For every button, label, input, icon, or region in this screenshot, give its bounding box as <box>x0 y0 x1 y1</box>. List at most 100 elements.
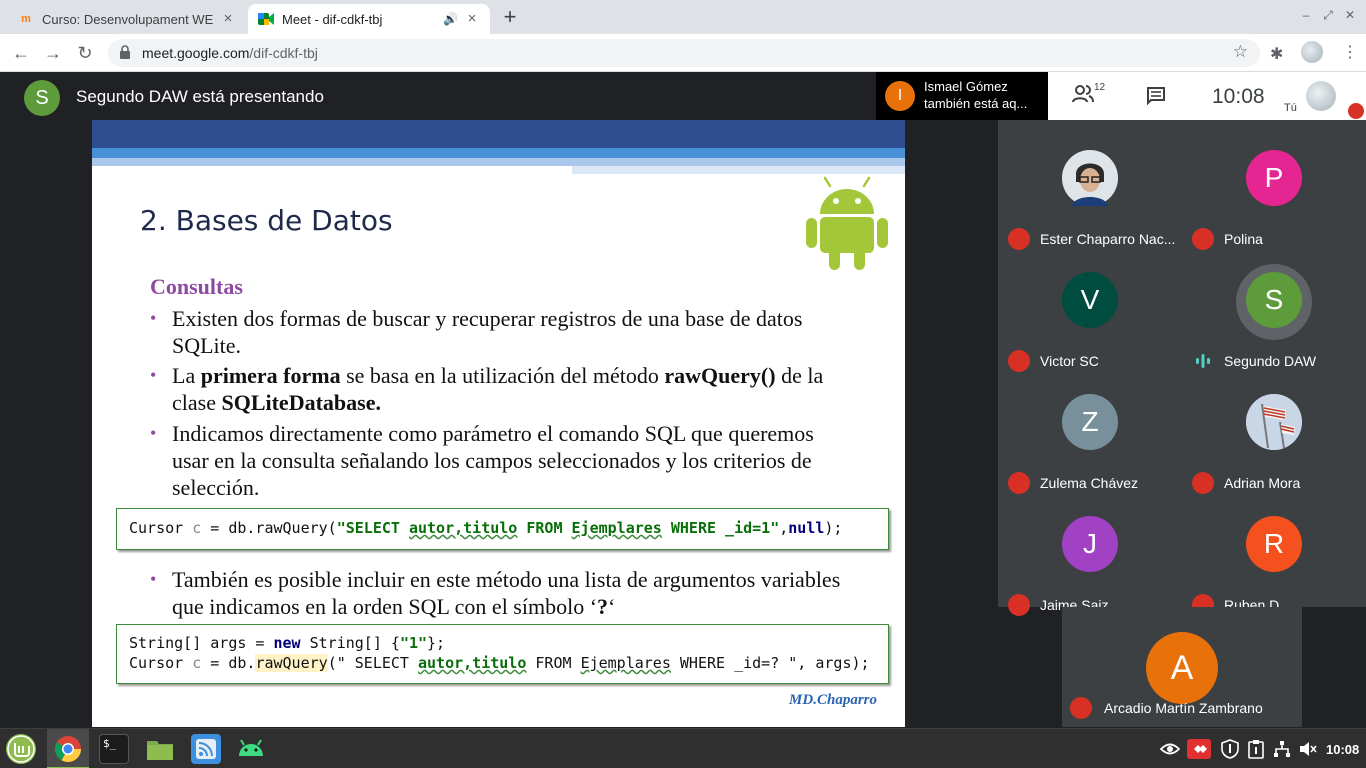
code-token: autor,titulo <box>418 654 527 672</box>
moodle-icon: m <box>21 13 31 25</box>
slide-header-band <box>572 166 905 174</box>
chat-icon[interactable] <box>1146 86 1166 106</box>
participant-tile[interactable]: V Victor SC <box>998 260 1182 382</box>
restore-icon[interactable]: ⤢ <box>1320 8 1336 24</box>
url-text: meet.google.com/dif-cdkf-tbj <box>142 45 318 61</box>
people-icon[interactable] <box>1072 84 1094 104</box>
network-icon[interactable] <box>1272 739 1292 759</box>
presenter-avatar: S <box>24 80 60 116</box>
bullet-dot: • <box>150 569 157 589</box>
code-token: ); <box>824 519 843 537</box>
google-meet-icon <box>258 11 274 27</box>
code-token: Cursor <box>129 519 193 537</box>
code-token: FROM <box>526 654 581 672</box>
code-token: = db. <box>201 654 256 672</box>
extensions-icon[interactable]: ✱ <box>1270 44 1283 64</box>
join-notification: I Ismael Gómez también está aq... <box>876 72 1048 120</box>
mic-off-icon <box>1192 228 1214 250</box>
bullet-dot: • <box>150 365 157 385</box>
code-token: WHERE _id=? ", args); <box>670 654 870 672</box>
participant-name: Zulema Chávez <box>1040 475 1139 491</box>
minimize-icon[interactable]: – <box>1298 8 1314 24</box>
mic-off-icon <box>1008 228 1030 250</box>
bullet-text: Existen dos formas de buscar y recuperar… <box>172 306 803 358</box>
bullet-item: • Existen dos formas de buscar y recuper… <box>150 305 840 359</box>
participant-tile[interactable]: Ester Chaparro Nac... <box>998 138 1182 260</box>
code-token: FROM <box>517 519 572 537</box>
code-token: c <box>192 654 202 672</box>
forward-icon[interactable]: → <box>42 42 64 64</box>
mic-off-icon <box>1348 103 1364 119</box>
anydesk-icon[interactable] <box>1187 739 1211 759</box>
chrome-icon[interactable] <box>53 734 83 764</box>
participant-grid: Ester Chaparro Nac... P Polina V Victor … <box>998 120 1366 616</box>
close-window-icon[interactable]: ✕ <box>1342 8 1358 24</box>
mint-menu-icon[interactable] <box>6 734 36 764</box>
slide-header-band <box>92 158 905 166</box>
terminal-icon[interactable]: $_ <box>99 734 129 764</box>
meet-top-bar: 12 10:08 Tú <box>1048 72 1366 120</box>
new-tab-button[interactable]: + <box>498 6 522 30</box>
tab-title: Curso: Desenvolupament WEB <box>42 11 214 27</box>
code-token: Ejemplares <box>580 654 671 672</box>
self-avatar[interactable] <box>1306 81 1336 111</box>
bullet-item: • La primera forma se basa en la utiliza… <box>150 362 840 416</box>
participant-name: Victor SC <box>1040 353 1099 369</box>
join-notice-line1: Ismael Gómez <box>924 79 1008 94</box>
close-tab-icon[interactable]: × <box>220 11 236 27</box>
reload-icon[interactable]: ↻ <box>74 42 96 64</box>
browser-menu-icon[interactable]: ⋮ <box>1342 42 1358 62</box>
participant-tile[interactable]: P Polina <box>1182 138 1366 260</box>
bullet-item: • Indicamos directamente como parámetro … <box>150 420 850 501</box>
bullet-segment: ‘ <box>608 594 616 619</box>
code-token: new <box>273 634 301 652</box>
bullet-bold: primera forma <box>200 363 341 388</box>
close-tab-icon[interactable]: × <box>464 11 480 27</box>
join-notice-text: Ismael Gómez también está aq... <box>924 78 1046 112</box>
code-token: String[] args = <box>129 634 274 652</box>
code-token: Ejemplares <box>571 519 662 537</box>
mic-off-icon <box>1008 350 1030 372</box>
shield-icon[interactable] <box>1220 739 1240 759</box>
address-bar[interactable]: meet.google.com/dif-cdkf-tbj ☆ <box>108 39 1260 67</box>
bookmark-star-icon[interactable]: ☆ <box>1233 42 1248 62</box>
participant-tile[interactable]: S Segundo DAW <box>1182 260 1366 382</box>
code-token: String[] { <box>300 634 400 652</box>
code-token: }; <box>427 634 446 652</box>
code-token: Cursor <box>129 654 193 672</box>
bullet-text: También es posible incluir en este métod… <box>150 566 850 620</box>
back-icon[interactable]: ← <box>10 42 32 64</box>
participant-name: Ester Chaparro Nac... <box>1040 231 1176 247</box>
android-icon[interactable] <box>236 734 266 764</box>
code-token: (" SELECT <box>327 654 418 672</box>
featured-participant-tile[interactable]: A Arcadio Martín Zambrano <box>1062 607 1302 727</box>
profile-avatar[interactable] <box>1301 41 1323 63</box>
tab-course[interactable]: m Curso: Desenvolupament WEB × <box>8 4 246 34</box>
participant-tile[interactable]: Adrian Mora <box>1182 382 1366 504</box>
bullet-segment: La <box>172 363 201 388</box>
bullet-bold: SQLiteDatabase. <box>221 390 381 415</box>
participant-photo <box>1246 394 1302 450</box>
speaker-icon: 🔊 <box>443 12 458 26</box>
clipboard-icon[interactable] <box>1246 739 1266 759</box>
slide-subtitle: Consultas <box>150 274 243 299</box>
mic-off-icon <box>1008 472 1030 494</box>
code-token: = db.rawQuery( <box>201 519 337 537</box>
code-token: WHERE _id=1" <box>661 519 780 537</box>
bullet-bold: ? <box>597 594 609 619</box>
participant-name: Segundo DAW <box>1224 353 1317 369</box>
tab-meet[interactable]: Meet - dif-cdkf-tbj 🔊 × <box>248 4 490 34</box>
participant-tile[interactable]: Z Zulema Chávez <box>998 382 1182 504</box>
presentation-slide: 2. Bases de Datos Consultas • Existen do… <box>92 120 905 727</box>
files-icon[interactable] <box>145 734 175 764</box>
eye-icon[interactable] <box>1160 739 1180 759</box>
volume-muted-icon[interactable] <box>1298 739 1318 759</box>
rss-icon[interactable] <box>191 734 221 764</box>
mic-off-icon <box>1008 594 1030 616</box>
joiner-avatar: I <box>885 81 915 111</box>
bullet-segment: se basa en la utilización del método <box>340 363 665 388</box>
bullet-segment: También es posible incluir en este métod… <box>172 567 841 619</box>
participant-name: Arcadio Martín Zambrano <box>1104 700 1263 716</box>
code-token: "1" <box>399 634 428 652</box>
taskbar-clock[interactable]: 10:08 <box>1326 742 1359 757</box>
